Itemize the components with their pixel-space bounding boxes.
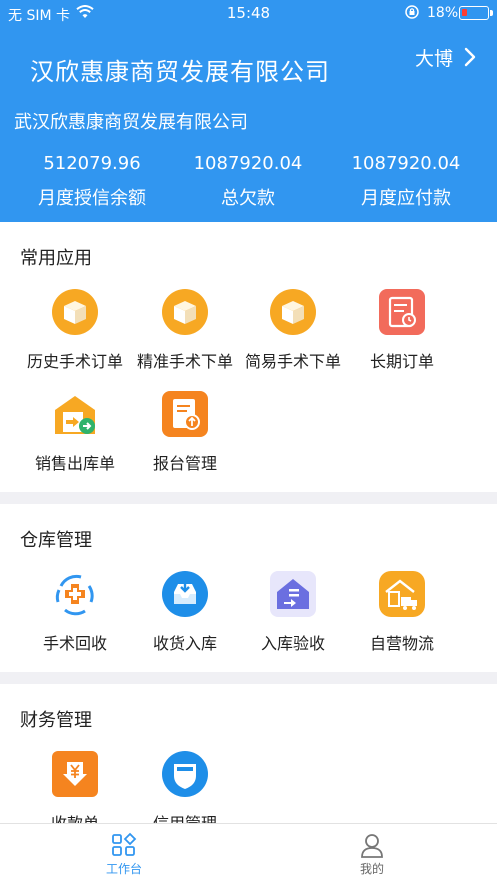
app-receive-inbound[interactable]: 收货入库 [130, 570, 240, 654]
app-label: 长期订单 [369, 352, 434, 371]
tab-bar: 工作台 我的 [0, 823, 497, 883]
metric-label: 总欠款 [221, 188, 275, 209]
company-title: 汉欣惠康商贸发展有限公司 [30, 58, 330, 86]
app-label: 入库验收 [260, 634, 325, 653]
app-sales-outbound[interactable]: 销售出库单 [20, 390, 130, 474]
box-icon [52, 289, 98, 335]
app-receipt[interactable]: 收款单 [20, 750, 130, 834]
document-icon [379, 289, 425, 335]
metric-value: 1087920.04 [351, 153, 461, 174]
app-label: 自营物流 [369, 634, 434, 653]
user-switch-button[interactable]: 大博 [415, 42, 479, 72]
app-inbound-inspection[interactable]: 入库验收 [238, 570, 348, 654]
grid-icon [112, 832, 137, 856]
app-precise-surgery-order[interactable]: 精准手术下单 [130, 288, 240, 372]
user-icon [361, 834, 383, 858]
company-subtitle: 武汉欣惠康商贸发展有限公司 [14, 112, 248, 133]
section-title-common: 常用应用 [20, 248, 92, 269]
chevron-right-icon [464, 47, 476, 67]
battery-percent: 18% [427, 5, 459, 21]
shield-icon [162, 751, 208, 797]
inbox-icon [162, 571, 208, 617]
upload-document-icon [162, 391, 208, 437]
tab-workbench[interactable]: 工作台 [0, 824, 248, 883]
app-label: 简易手术下单 [244, 352, 341, 371]
battery-icon [459, 6, 493, 20]
app-label: 精准手术下单 [136, 352, 233, 371]
clock: 15:48 [226, 4, 271, 22]
box-icon [162, 289, 208, 335]
metric-total-debt[interactable]: 1087920.04 总欠款 [168, 153, 328, 210]
app-history-surgery-order[interactable]: 历史手术订单 [20, 288, 130, 372]
section-divider [0, 672, 497, 684]
warehouse-out-icon [55, 396, 95, 434]
logistics-icon [379, 571, 425, 617]
box-icon [270, 289, 316, 335]
app-simple-surgery-order[interactable]: 简易手术下单 [238, 288, 348, 372]
recycle-cross-icon [55, 574, 94, 616]
app-label: 收货入库 [152, 634, 217, 653]
app-label: 手术回收 [42, 634, 107, 653]
section-title-warehouse: 仓库管理 [20, 530, 92, 551]
metric-label: 月度授信余额 [38, 188, 146, 209]
house-check-icon [270, 571, 316, 617]
section-divider [0, 492, 497, 504]
tab-label: 我的 [359, 862, 384, 876]
metric-value: 1087920.04 [193, 153, 303, 174]
app-self-logistics[interactable]: 自营物流 [347, 570, 457, 654]
header-banner: 无 SIM 卡 15:48 18% 汉欣惠康商贸发展有限公司 大博 武汉欣惠康商… [0, 0, 497, 222]
app-credit-management[interactable]: 信用管理 [130, 750, 240, 834]
metric-value: 512079.96 [43, 153, 141, 174]
app-report-management[interactable]: 报台管理 [130, 390, 240, 474]
metric-credit-balance[interactable]: 512079.96 月度授信余额 [12, 153, 172, 210]
app-surgery-recycle[interactable]: 手术回收 [20, 570, 130, 654]
status-bar: 无 SIM 卡 15:48 18% [0, 0, 497, 26]
section-title-finance: 财务管理 [20, 710, 92, 731]
metric-monthly-payable[interactable]: 1087920.04 月度应付款 [326, 153, 486, 210]
orientation-lock-icon [405, 5, 419, 19]
app-label: 报台管理 [152, 454, 217, 473]
metric-label: 月度应付款 [361, 188, 451, 209]
app-long-term-order[interactable]: 长期订单 [347, 288, 457, 372]
app-label: 历史手术订单 [26, 352, 123, 371]
app-label: 销售出库单 [34, 454, 115, 473]
tab-label: 工作台 [105, 862, 142, 876]
yuan-receipt-icon [52, 751, 98, 797]
tab-mine[interactable]: 我的 [248, 824, 496, 883]
user-name: 大博 [415, 47, 454, 70]
